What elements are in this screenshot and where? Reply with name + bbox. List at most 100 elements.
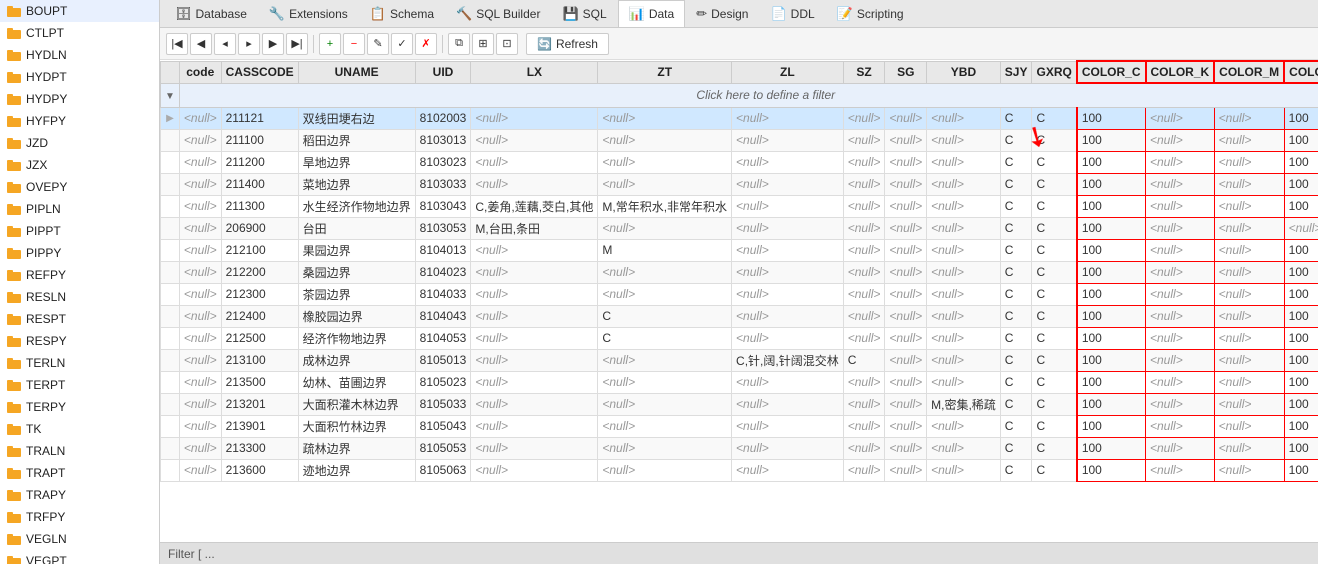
sidebar-item-resln[interactable]: RESLN: [0, 286, 159, 308]
table-cell[interactable]: C: [1032, 107, 1077, 129]
filter-hint[interactable]: Click here to define a filter: [179, 83, 1318, 107]
table-cell[interactable]: 211300: [221, 195, 298, 217]
table-cell[interactable]: 迹地边界: [298, 459, 415, 481]
table-cell[interactable]: 100: [1284, 151, 1318, 173]
col-header-uid[interactable]: UID: [415, 61, 471, 83]
table-cell[interactable]: 8105033: [415, 393, 471, 415]
table-cell[interactable]: 8102003: [415, 107, 471, 129]
table-cell[interactable]: M,常年积水,非常年积水: [598, 195, 732, 217]
table-cell[interactable]: <null>: [1146, 415, 1215, 437]
table-cell[interactable]: 213901: [221, 415, 298, 437]
table-cell[interactable]: <null>: [598, 283, 732, 305]
table-cell[interactable]: C: [1032, 327, 1077, 349]
table-cell[interactable]: <null>: [843, 393, 885, 415]
next-btn[interactable]: ▶: [262, 33, 284, 55]
table-cell[interactable]: <null>: [1214, 437, 1284, 459]
table-cell[interactable]: [161, 239, 180, 261]
table-cell[interactable]: 211100: [221, 129, 298, 151]
copy-btn[interactable]: ⧉: [448, 33, 470, 55]
table-cell[interactable]: <null>: [885, 239, 927, 261]
table-cell[interactable]: 100: [1284, 283, 1318, 305]
table-cell[interactable]: <null>: [1146, 349, 1215, 371]
table-cell[interactable]: C: [1032, 437, 1077, 459]
col-header-zt[interactable]: ZT: [598, 61, 732, 83]
table-cell[interactable]: <null>: [843, 217, 885, 239]
table-cell[interactable]: <null>: [471, 393, 598, 415]
col-header-color-c[interactable]: COLOR_C: [1077, 61, 1146, 83]
table-cell[interactable]: [161, 261, 180, 283]
table-cell[interactable]: M,台田,条田: [471, 217, 598, 239]
table-cell[interactable]: <null>: [732, 371, 844, 393]
table-cell[interactable]: 8104033: [415, 283, 471, 305]
col-header-gxrq[interactable]: GXRQ: [1032, 61, 1077, 83]
table-cell[interactable]: 100: [1284, 195, 1318, 217]
tab-schema[interactable]: 📋Schema: [359, 0, 445, 27]
table-cell[interactable]: C: [1032, 261, 1077, 283]
table-cell[interactable]: <null>: [471, 283, 598, 305]
table-cell[interactable]: <null>: [1146, 305, 1215, 327]
table-cell[interactable]: 大面积竹林边界: [298, 415, 415, 437]
table-cell[interactable]: <null>: [885, 305, 927, 327]
table-cell[interactable]: <null>: [471, 437, 598, 459]
table-cell[interactable]: <null>: [1214, 173, 1284, 195]
col-header-sz[interactable]: SZ: [843, 61, 885, 83]
table-cell[interactable]: <null>: [1214, 415, 1284, 437]
last-btn[interactable]: ▶|: [286, 33, 308, 55]
sidebar-item-hydpy[interactable]: HYDPY: [0, 88, 159, 110]
sidebar-item-vegln[interactable]: VEGLN: [0, 528, 159, 550]
table-cell[interactable]: 213600: [221, 459, 298, 481]
clear-btn[interactable]: ⊡: [496, 33, 518, 55]
table-cell[interactable]: <null>: [1214, 195, 1284, 217]
table-cell[interactable]: <null>: [732, 151, 844, 173]
table-cell[interactable]: <null>: [1214, 151, 1284, 173]
table-cell[interactable]: <null>: [471, 129, 598, 151]
sidebar-item-boupt[interactable]: BOUPT: [0, 0, 159, 22]
table-cell[interactable]: C: [1032, 305, 1077, 327]
table-cell[interactable]: <null>: [1146, 437, 1215, 459]
table-cell[interactable]: 100: [1077, 283, 1146, 305]
table-cell[interactable]: <null>: [732, 327, 844, 349]
table-cell[interactable]: <null>: [927, 437, 1001, 459]
table-cell[interactable]: C: [1032, 195, 1077, 217]
table-cell[interactable]: 水生经济作物地边界: [298, 195, 415, 217]
col-header-zl[interactable]: ZL: [732, 61, 844, 83]
table-cell[interactable]: 212500: [221, 327, 298, 349]
table-row[interactable]: <null>212400橡胶园边界8104043<null>C<null><nu…: [161, 305, 1318, 327]
table-cell[interactable]: C: [1032, 151, 1077, 173]
table-cell[interactable]: <null>: [1146, 261, 1215, 283]
table-cell[interactable]: 213500: [221, 371, 298, 393]
table-cell[interactable]: <null>: [885, 151, 927, 173]
sidebar-item-hydln[interactable]: HYDLN: [0, 44, 159, 66]
table-cell[interactable]: <null>: [885, 459, 927, 481]
table-cell[interactable]: <null>: [471, 327, 598, 349]
table-cell[interactable]: <null>: [471, 173, 598, 195]
table-cell[interactable]: <null>: [471, 459, 598, 481]
table-cell[interactable]: <null>: [885, 173, 927, 195]
sidebar-item-ovepy[interactable]: OVEPY: [0, 176, 159, 198]
sidebar-item-terpt[interactable]: TERPT: [0, 374, 159, 396]
sidebar-item-trapt[interactable]: TRAPT: [0, 462, 159, 484]
table-cell[interactable]: <null>: [179, 393, 221, 415]
sidebar-item-ctlpt[interactable]: CTLPT: [0, 22, 159, 44]
table-cell[interactable]: 100: [1077, 415, 1146, 437]
table-cell[interactable]: 大面积灌木林边界: [298, 393, 415, 415]
table-row[interactable]: ▶<null>211121双线田埂右边8102003<null><null><n…: [161, 107, 1318, 129]
table-cell[interactable]: <null>: [1214, 239, 1284, 261]
table-cell[interactable]: 206900: [221, 217, 298, 239]
table-cell[interactable]: <null>: [885, 415, 927, 437]
table-cell[interactable]: <null>: [927, 195, 1001, 217]
table-cell[interactable]: C: [1032, 349, 1077, 371]
table-cell[interactable]: <null>: [1146, 217, 1215, 239]
table-cell[interactable]: <null>: [732, 239, 844, 261]
table-cell[interactable]: [161, 393, 180, 415]
table-cell[interactable]: 8104043: [415, 305, 471, 327]
table-cell[interactable]: C: [1000, 415, 1032, 437]
table-cell[interactable]: 100: [1284, 107, 1318, 129]
table-cell[interactable]: <null>: [843, 437, 885, 459]
table-cell[interactable]: <null>: [598, 415, 732, 437]
table-cell[interactable]: <null>: [598, 129, 732, 151]
table-cell[interactable]: <null>: [179, 239, 221, 261]
table-cell[interactable]: <null>: [732, 217, 844, 239]
table-cell[interactable]: C: [1032, 371, 1077, 393]
table-cell[interactable]: <null>: [179, 327, 221, 349]
